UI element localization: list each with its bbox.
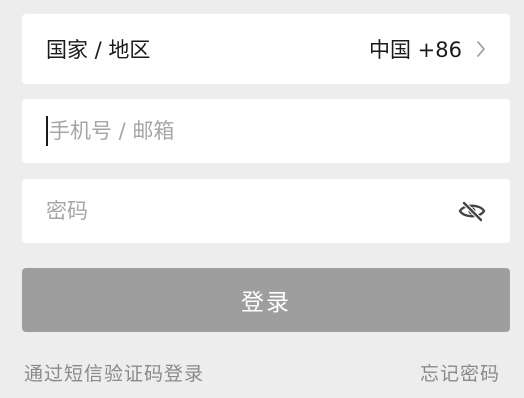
password-input[interactable] xyxy=(46,199,448,223)
forgot-password-link[interactable]: 忘记密码 xyxy=(420,360,500,388)
phone-email-field[interactable] xyxy=(22,99,510,163)
login-button[interactable]: 登录 xyxy=(22,268,510,332)
country-region-label: 国家 / 地区 xyxy=(46,38,151,62)
country-code-value: 中国 +86 xyxy=(369,38,462,62)
chevron-right-icon xyxy=(477,41,485,57)
text-cursor xyxy=(46,116,48,146)
password-field[interactable] xyxy=(22,179,510,243)
country-region-selector[interactable]: 国家 / 地区 中国 +86 xyxy=(22,14,510,84)
country-selected[interactable]: 中国 +86 xyxy=(369,34,486,64)
sms-code-login-link[interactable]: 通过短信验证码登录 xyxy=(24,360,204,388)
eye-off-icon[interactable] xyxy=(458,200,486,222)
phone-email-input[interactable] xyxy=(49,119,486,143)
